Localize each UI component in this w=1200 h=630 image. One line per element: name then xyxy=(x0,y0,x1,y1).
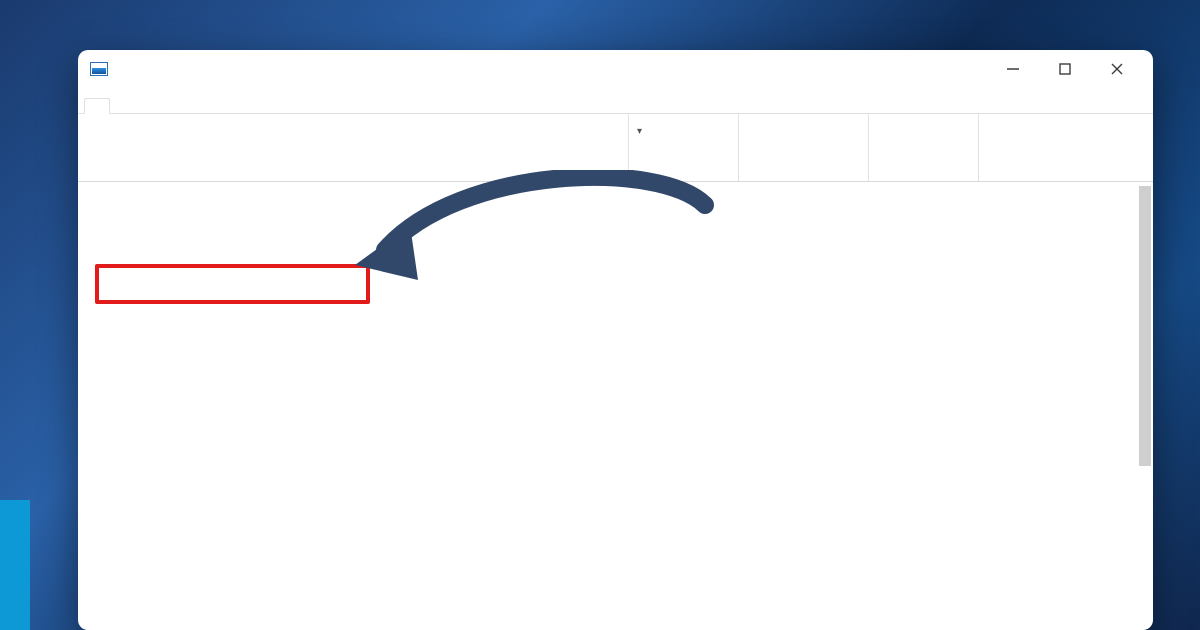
tab-users[interactable] xyxy=(182,98,206,113)
maximize-button[interactable] xyxy=(1053,57,1077,81)
tab-services[interactable] xyxy=(230,98,254,113)
chevron-down-icon: ▾ xyxy=(637,122,642,137)
tab-details[interactable] xyxy=(206,98,230,113)
tab-app-history[interactable] xyxy=(134,98,158,113)
process-grid: ▾ xyxy=(78,114,1153,630)
column-headers: ▾ xyxy=(78,114,1153,182)
tabbar xyxy=(78,98,1153,114)
desktop-background-accent xyxy=(0,500,30,630)
col-memory[interactable] xyxy=(738,114,868,181)
col-name[interactable] xyxy=(78,114,418,181)
tab-processes[interactable] xyxy=(84,98,110,114)
task-manager-icon xyxy=(90,62,108,76)
col-network[interactable] xyxy=(978,114,1093,181)
col-cpu[interactable]: ▾ xyxy=(628,114,738,181)
scrollbar-thumb[interactable] xyxy=(1139,186,1151,466)
minimize-button[interactable] xyxy=(1001,57,1025,81)
menubar xyxy=(78,88,1153,98)
col-status[interactable] xyxy=(418,114,628,181)
tab-performance[interactable] xyxy=(110,98,134,113)
task-manager-window: ▾ xyxy=(78,50,1153,630)
titlebar[interactable] xyxy=(78,50,1153,88)
close-button[interactable] xyxy=(1105,57,1129,81)
tab-startup[interactable] xyxy=(158,98,182,113)
col-disk[interactable] xyxy=(868,114,978,181)
